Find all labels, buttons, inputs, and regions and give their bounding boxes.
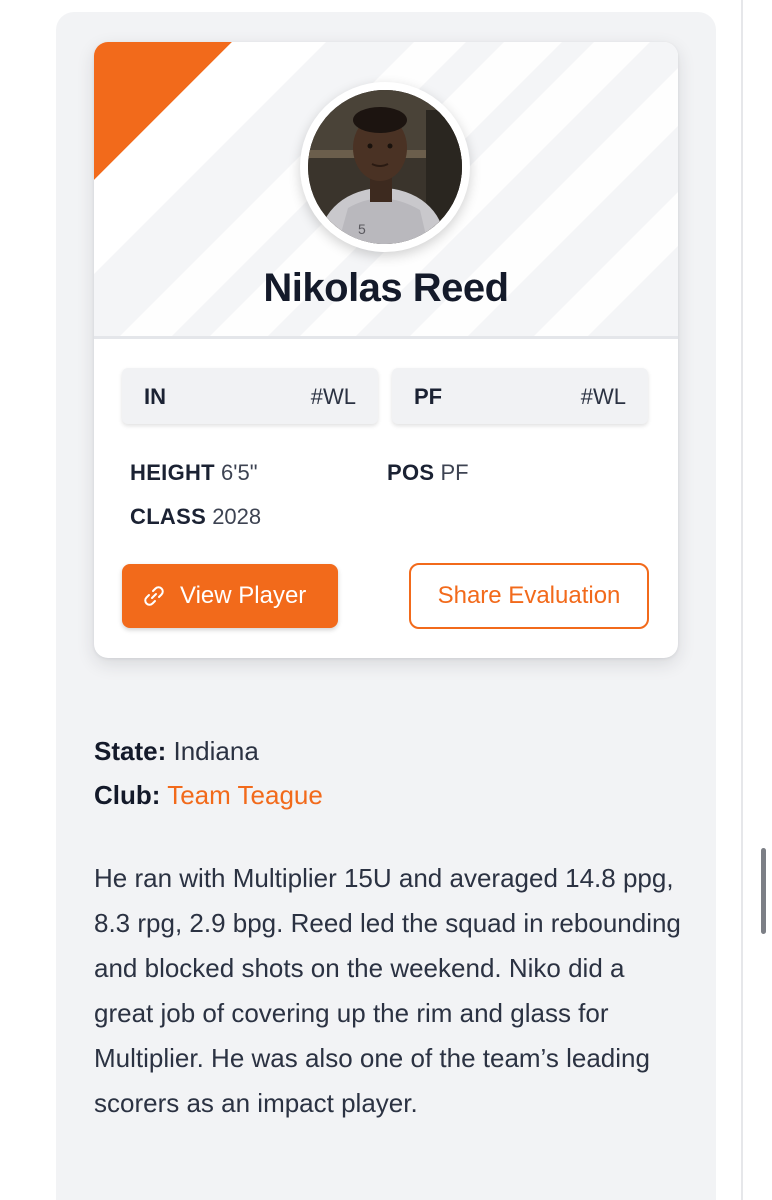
position-rank: #WL: [580, 384, 626, 409]
club-line: Club: Team Teague: [94, 780, 323, 811]
height-value: 6'5": [221, 460, 258, 485]
avatar-ring: 5: [300, 82, 470, 252]
state-abbr: IN: [144, 384, 166, 409]
player-card-header: 5 Nikolas Reed: [94, 42, 678, 336]
position-rank-chip: PF #WL: [392, 368, 648, 424]
class-stat: CLASS 2028: [130, 504, 261, 530]
page-edge: [741, 0, 743, 1200]
player-card: 5 Nikolas Reed IN #WL PF #WL HEIGHT 6'5"…: [94, 42, 678, 658]
class-value: 2028: [212, 504, 262, 529]
scrollbar[interactable]: [761, 848, 766, 934]
state-rank: #WL: [310, 384, 356, 409]
position-label: POS: [387, 460, 435, 485]
share-evaluation-button[interactable]: Share Evaluation: [409, 563, 649, 629]
height-label: HEIGHT: [130, 460, 215, 485]
view-player-button[interactable]: View Player: [122, 564, 338, 628]
state-label: State:: [94, 736, 167, 766]
state-value: Indiana: [173, 736, 259, 766]
club-link[interactable]: Team Teague: [167, 780, 323, 810]
state-line: State: Indiana: [94, 736, 259, 767]
svg-text:5: 5: [358, 221, 366, 237]
class-label: CLASS: [130, 504, 207, 529]
link-icon: [144, 586, 164, 606]
header-divider: [94, 336, 678, 339]
view-player-label: View Player: [180, 582, 307, 609]
avatar: 5: [308, 90, 462, 244]
position-abbr: PF: [414, 384, 443, 409]
position-stat: POS PF: [387, 460, 469, 486]
position-value: PF: [440, 460, 469, 485]
player-name: Nikolas Reed: [263, 266, 509, 310]
player-bio: He ran with Multiplier 15U and averaged …: [94, 863, 681, 1118]
club-label: Club:: [94, 780, 161, 810]
height-stat: HEIGHT 6'5": [130, 460, 258, 486]
player-photo: 5: [308, 90, 462, 244]
state-rank-chip: IN #WL: [122, 368, 378, 424]
page: 5 Nikolas Reed IN #WL PF #WL HEIGHT 6'5"…: [0, 0, 772, 1200]
